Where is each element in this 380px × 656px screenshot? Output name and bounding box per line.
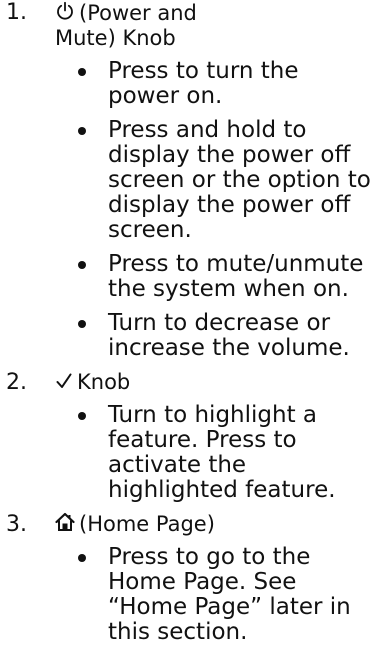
- bullet-text: Press and hold to display the power off …: [108, 117, 371, 243]
- heading-line-1: (Home Page): [79, 512, 215, 536]
- item-heading: Knob: [55, 370, 345, 395]
- list-item-power-knob: 1. (Power and Mute) Knob Press to turn t…: [0, 0, 380, 361]
- bullet-list: Press to turn the power on. Press and ho…: [0, 59, 380, 361]
- bullet-item: Press to go to the Home Page. See “Home …: [78, 544, 376, 645]
- document: 1. (Power and Mute) Knob Press to turn t…: [0, 0, 380, 656]
- bullet-dot: [78, 412, 86, 420]
- heading-line-2: Mute) Knob: [55, 26, 176, 50]
- bullet-dot: [78, 320, 86, 328]
- bullet-dot: [78, 68, 86, 76]
- power-icon: [55, 1, 75, 26]
- bullet-text: Turn to decrease or increase the volume.: [108, 310, 350, 361]
- home-icon: [55, 512, 75, 537]
- bullet-dot: [78, 554, 86, 562]
- heading-line-1: Knob: [77, 370, 131, 394]
- item-number: 2.: [6, 370, 27, 395]
- bullet-item: Press and hold to display the power off …: [78, 117, 376, 243]
- item-heading: (Home Page): [55, 512, 345, 537]
- list-item-select-knob: 2. Knob Turn to highlight a feature. Pre…: [0, 370, 380, 503]
- item-number: 3.: [6, 512, 27, 537]
- list-item-home-page: 3. (Home Page) Press to go to the Home P…: [0, 512, 380, 645]
- bullet-text: Turn to highlight a feature. Press to ac…: [108, 402, 336, 503]
- heading-line-1: (Power and: [79, 1, 197, 25]
- bullet-text: Press to go to the Home Page. See “Home …: [108, 544, 351, 645]
- bullet-list: Turn to highlight a feature. Press to ac…: [0, 403, 380, 503]
- bullet-item: Turn to decrease or increase the volume.: [78, 310, 376, 361]
- bullet-dot: [78, 261, 86, 269]
- bullet-dot: [78, 127, 86, 135]
- bullet-item: Press to turn the power on.: [78, 58, 376, 109]
- bullet-list: Press to go to the Home Page. See “Home …: [0, 545, 380, 645]
- item-number: 1.: [6, 0, 27, 25]
- checkmark-icon: [55, 370, 73, 395]
- bullet-item: Press to mute/unmute the system when on.: [78, 251, 376, 302]
- bullet-item: Turn to highlight a feature. Press to ac…: [78, 402, 376, 503]
- bullet-text: Press to turn the power on.: [108, 58, 299, 109]
- item-heading: (Power and Mute) Knob: [55, 1, 345, 51]
- bullet-text: Press to mute/unmute the system when on.: [108, 251, 364, 302]
